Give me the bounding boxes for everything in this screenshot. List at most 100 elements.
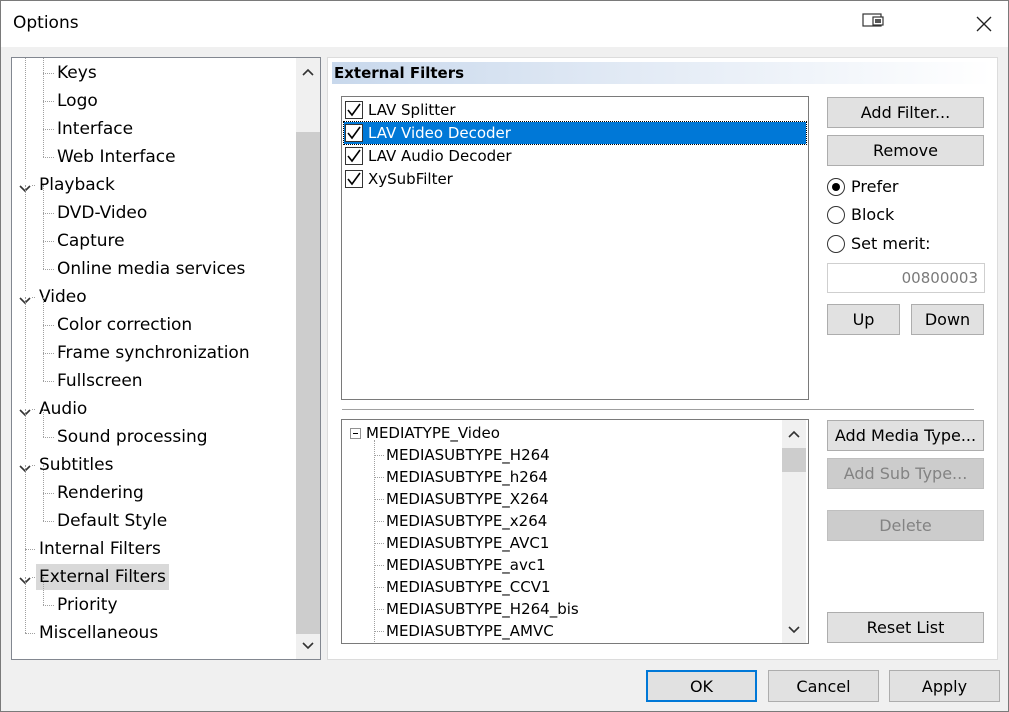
tree-item[interactable]: Sound processing [54,424,211,450]
set-merit-label: Set merit: [851,234,931,253]
tree-connector [43,325,44,353]
add-filter-button[interactable]: Add Filter... [827,97,984,128]
tree-connector [43,353,44,381]
media-tree-scrollbar[interactable] [782,420,806,643]
tree-item[interactable]: Logo [54,88,101,114]
tree-item[interactable]: Fullscreen [54,368,146,394]
reset-list-button[interactable]: Reset List [827,612,984,643]
options-window: Options Keys Logo Interface Web Interface Pl… [0,0,1009,712]
media-subtype-item[interactable]: MEDIASUBTYPE_H264 [386,444,550,466]
filter-list[interactable]: LAV Splitter LAV Video Decoder LAV Audio D… [341,96,809,400]
media-subtype-item[interactable]: MEDIASUBTYPE_H264_bis [386,598,579,620]
tree-connector [43,521,54,522]
tree-connector [43,269,54,270]
tree-connector [43,493,54,494]
tree-item[interactable]: Audio [36,396,90,422]
tree-item[interactable]: Keys [54,60,100,86]
chevron-down-icon [788,626,800,634]
chevron-up-icon [788,430,800,438]
tree-connector [43,185,44,213]
tree-item[interactable]: Default Style [54,508,170,534]
cancel-button[interactable]: Cancel [768,670,879,702]
filter-checkbox[interactable] [345,124,363,142]
media-type-root[interactable]: MEDIATYPE_Video [366,422,500,444]
media-scroll-thumb[interactable] [782,448,806,472]
tree-item[interactable]: Subtitles [36,452,116,478]
tree-item[interactable]: Capture [54,228,128,254]
tree-item[interactable]: DVD-Video [54,200,150,226]
tree-item[interactable]: Online media services [54,256,248,282]
apply-button[interactable]: Apply [889,670,1000,702]
tree-connector [43,297,44,325]
filter-checkbox[interactable] [345,101,363,119]
add-sub-type-button[interactable]: Add Sub Type... [827,458,984,489]
media-scroll-down-arrow[interactable] [782,618,806,642]
tree-item[interactable]: Rendering [54,480,147,506]
media-subtype-item[interactable]: MEDIASUBTYPE_AMVC [386,620,554,642]
filter-list-item[interactable]: XySubFilter [344,168,644,190]
down-button[interactable]: Down [911,304,984,335]
add-media-type-button[interactable]: Add Media Type... [827,420,984,451]
delete-button[interactable]: Delete [827,510,984,541]
filter-checkbox[interactable] [345,170,363,188]
filter-list-item[interactable]: LAV Audio Decoder [344,145,644,167]
tree-item[interactable]: Playback [36,172,118,198]
tree-item[interactable]: Priority [54,592,121,618]
tree-scrollbar[interactable] [296,58,320,659]
tree-item[interactable]: Interface [54,116,136,142]
media-subtype-item[interactable]: MEDIASUBTYPE_X264 [386,488,549,510]
set-merit-radio-circle[interactable] [827,235,845,253]
scroll-up-arrow[interactable] [296,60,320,84]
media-subtype-item[interactable]: MEDIASUBTYPE_avc1 [386,554,546,576]
tree-item[interactable]: External Filters [36,564,169,590]
checkmark-icon [347,103,361,117]
tree-item[interactable]: Color correction [54,312,195,338]
tree-connector [374,543,384,544]
tree-connector [43,101,54,102]
tree-connector [25,409,26,465]
scroll-down-arrow[interactable] [296,634,320,658]
options-tree[interactable]: Keys Logo Interface Web Interface Playback DV… [11,57,321,660]
prefer-radio-circle[interactable] [827,178,845,196]
tree-connector [374,455,384,456]
tree-connector [43,605,54,606]
checkmark-icon [347,172,361,186]
up-button[interactable]: Up [827,304,900,335]
media-type-tree[interactable]: MEDIATYPE_Video MEDIASUBTYPE_H264 MEDIASUB… [341,419,809,644]
filter-list-item[interactable]: LAV Video Decoder [343,121,807,145]
tree-item[interactable]: Web Interface [54,144,179,170]
tree-connector [25,577,26,633]
chevron-down-icon [302,642,314,650]
restore-window-icon[interactable] [861,11,887,31]
tree-connector [25,297,26,409]
tree-connector [43,157,54,158]
tree-item[interactable]: Video [36,284,90,310]
tree-connector [43,213,44,241]
merit-value-field[interactable]: 00800003 [827,263,985,293]
collapse-minus-icon[interactable] [350,428,361,439]
media-subtype-item[interactable]: MEDIASUBTYPE_AVC1 [386,532,549,554]
scroll-thumb[interactable] [296,132,320,634]
block-radio-circle[interactable] [827,206,845,224]
media-subtype-item[interactable]: MEDIASUBTYPE_x264 [386,510,547,532]
tree-connector [374,440,375,643]
block-label: Block [851,205,895,224]
media-subtype-item[interactable]: MEDIASUBTYPE_CCV1 [386,576,551,598]
tree-connector [374,477,384,478]
tree-item[interactable]: Internal Filters [36,536,164,562]
checkmark-icon [347,126,361,140]
tree-connector [374,521,384,522]
filter-label: LAV Video Decoder [368,124,511,142]
media-scroll-up-arrow[interactable] [782,422,806,446]
tree-item[interactable]: Frame synchronization [54,340,253,366]
tree-connector [43,353,54,354]
filter-checkbox[interactable] [345,147,363,165]
remove-button[interactable]: Remove [827,135,984,166]
filter-list-item[interactable]: LAV Splitter [344,99,644,121]
tree-item[interactable]: Miscellaneous [36,620,161,646]
media-subtype-item[interactable]: MEDIASUBTYPE_h264 [386,466,548,488]
close-button[interactable] [967,9,1001,39]
tree-connector [43,73,44,101]
ok-button[interactable]: OK [646,670,757,702]
tree-connector [25,58,26,185]
